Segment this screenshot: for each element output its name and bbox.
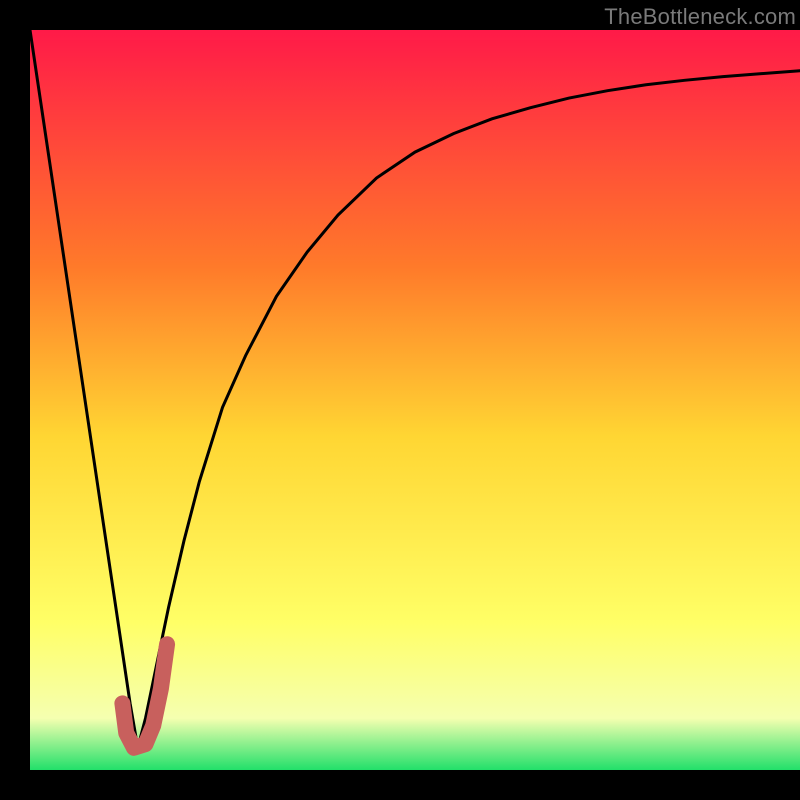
bottleneck-plot [30, 30, 800, 770]
plot-background [30, 30, 800, 770]
chart-frame: TheBottleneck.com [0, 0, 800, 800]
watermark-text: TheBottleneck.com [604, 4, 796, 30]
